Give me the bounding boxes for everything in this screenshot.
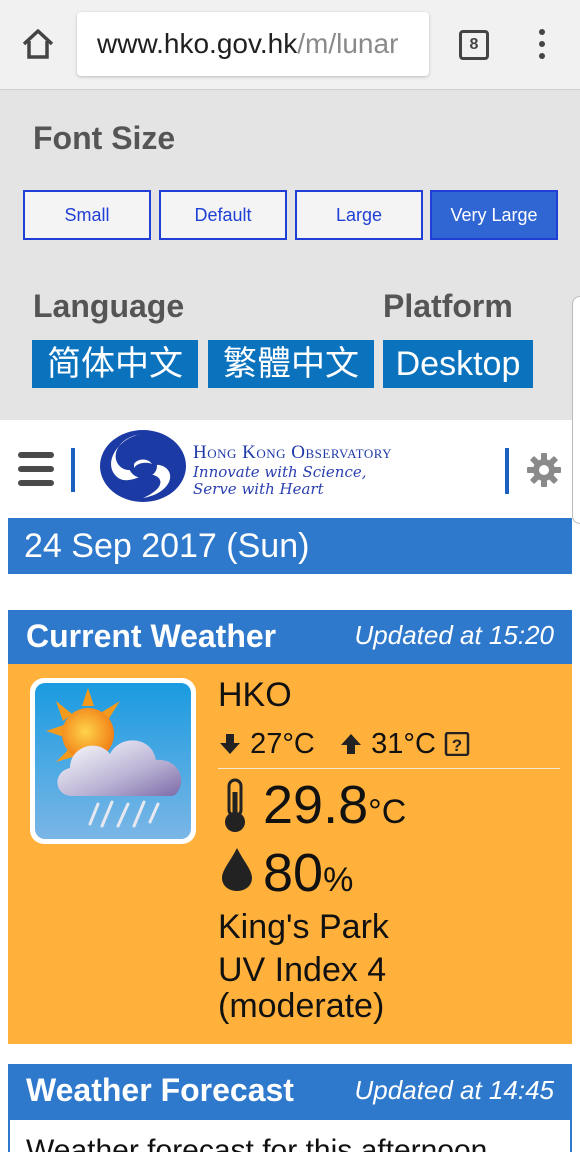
uv-location: King's Park <box>218 908 389 946</box>
weather-forecast-title: Weather Forecast <box>26 1072 294 1108</box>
home-icon[interactable] <box>18 24 58 64</box>
svg-text:?: ? <box>452 736 462 755</box>
arrow-up-icon <box>339 731 363 764</box>
font-size-very-large-button[interactable]: Very Large <box>430 190 558 240</box>
org-name: Hong Kong Observatory <box>193 442 393 463</box>
weather-forecast-panel: Weather forecast for this afternoon <box>8 1120 572 1152</box>
current-weather-updated: Updated at 15:20 <box>354 620 555 650</box>
header-divider-right <box>505 448 509 494</box>
more-vert-icon[interactable] <box>530 26 554 62</box>
weather-forecast-updated: Updated at 14:45 <box>354 1075 555 1105</box>
font-size-small-button[interactable]: Small <box>23 190 151 240</box>
simplified-chinese-button[interactable]: 简体中文 <box>32 340 198 388</box>
scroll-handle[interactable] <box>572 296 580 524</box>
uv-index-level: (moderate) <box>218 987 385 1025</box>
traditional-chinese-button[interactable]: 繁體中文 <box>208 340 374 388</box>
url-path: /m/lunar <box>297 28 399 59</box>
platform-title: Platform <box>383 288 513 324</box>
weather-forecast-header: Weather Forecast Updated at 14:45 <box>8 1064 572 1120</box>
current-weather-title: Current Weather <box>26 618 277 654</box>
current-temperature: 29.8°C <box>263 774 406 836</box>
site-header: Hong Kong Observatory Innovate with Scie… <box>0 420 580 518</box>
humidity-value: 80 <box>263 843 324 903</box>
font-size-title: Font Size <box>33 120 176 156</box>
settings-panel: Font Size Small Default Large Very Large… <box>0 90 580 420</box>
sunny-rain-weather-icon <box>28 676 198 846</box>
hko-logo-icon[interactable] <box>98 428 188 504</box>
font-size-large-button[interactable]: Large <box>295 190 423 240</box>
address-bar[interactable]: www.hko.gov.hk/m/lunar <box>77 12 429 76</box>
tab-count: 8 <box>469 36 479 53</box>
uv-index: UV Index 4 (moderate) <box>218 952 386 1024</box>
max-temperature: 31°C <box>371 728 436 760</box>
slogan-line-1: Innovate with Science, <box>193 463 367 481</box>
date-bar: 24 Sep 2017 (Sun) <box>8 518 572 574</box>
desktop-button[interactable]: Desktop <box>383 340 533 388</box>
min-max-temperature: 27°C 31°C ? <box>218 728 470 764</box>
url-domain: www.hko.gov.hk <box>97 28 298 59</box>
slogan-line-2: Serve with Heart <box>193 480 324 498</box>
help-icon[interactable]: ? <box>444 731 470 764</box>
hamburger-menu-icon[interactable] <box>18 452 54 486</box>
language-title: Language <box>33 288 185 324</box>
browser-toolbar: www.hko.gov.hk/m/lunar 8 <box>0 0 580 90</box>
arrow-down-icon <box>218 731 242 764</box>
current-weather-header: Current Weather Updated at 15:20 <box>8 610 572 664</box>
tabs-icon[interactable]: 8 <box>459 30 489 60</box>
gear-icon[interactable] <box>526 452 562 488</box>
humidity-drop-icon <box>220 846 254 892</box>
thermometer-icon <box>220 778 250 834</box>
temperature-unit: °C <box>368 793 407 831</box>
current-weather-panel: HKO 27°C 31°C ? 29.8°C 80% King's Park U… <box>8 664 572 1044</box>
font-size-default-button[interactable]: Default <box>159 190 287 240</box>
uv-index-value: UV Index 4 <box>218 951 387 989</box>
weather-divider <box>218 768 560 769</box>
current-humidity: 80% <box>263 842 353 904</box>
org-slogan: Innovate with Science, Serve with Heart <box>193 464 367 498</box>
station-name: HKO <box>218 676 292 714</box>
weather-forecast-text: Weather forecast for this afternoon <box>26 1134 488 1152</box>
temperature-value: 29.8 <box>263 775 369 835</box>
header-divider <box>71 448 75 492</box>
humidity-unit: % <box>323 861 354 899</box>
min-temperature: 27°C <box>250 728 315 760</box>
